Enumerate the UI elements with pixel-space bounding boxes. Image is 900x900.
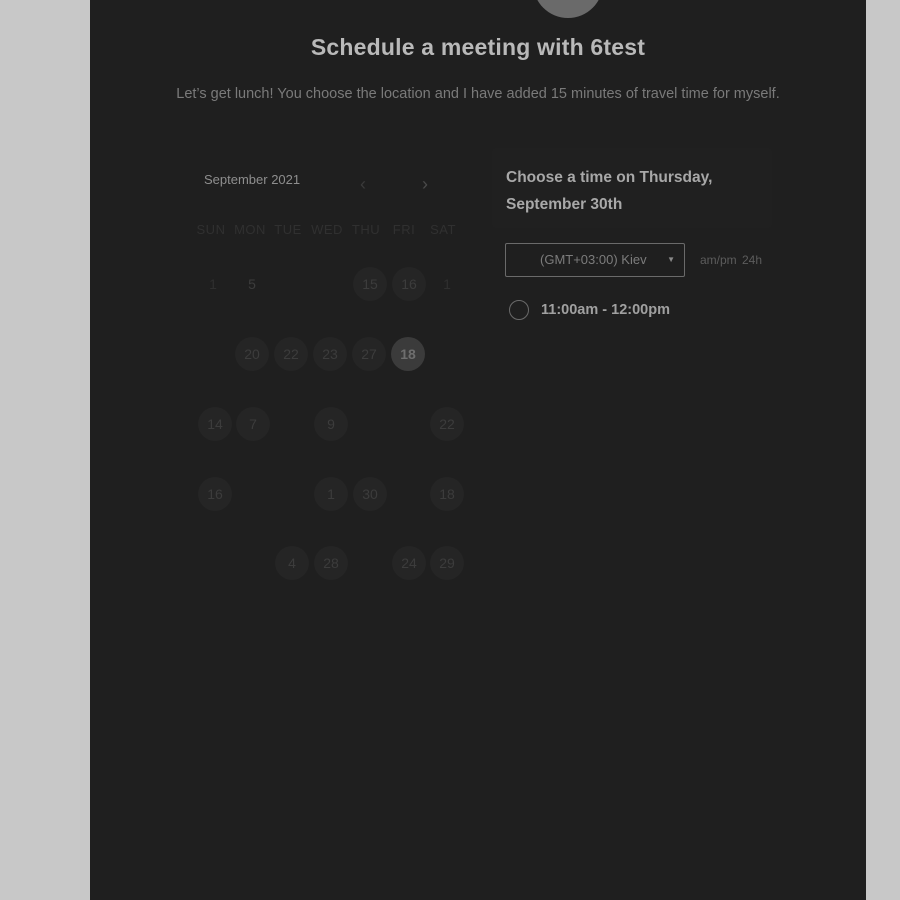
calendar-day[interactable]: 7 (236, 407, 270, 441)
calendar-day[interactable]: 22 (430, 407, 464, 441)
weekday-wed: WED (311, 222, 343, 237)
month-label: September 2021 (204, 172, 301, 187)
time-heading: Choose a time on Thursday, September 30t… (506, 169, 713, 213)
calendar-day: 1 (209, 276, 217, 292)
calendar-day[interactable]: 4 (275, 546, 309, 580)
calendar-day[interactable]: 29 (430, 546, 464, 580)
calendar-day[interactable]: 23 (313, 337, 347, 371)
chevron-right-icon[interactable]: › (415, 174, 435, 194)
chevron-left-icon[interactable]: ‹ (353, 174, 373, 194)
calendar-day[interactable]: 15 (353, 267, 387, 301)
weekday-thu: THU (351, 222, 381, 237)
page-subtitle: Let’s get lunch! You choose the location… (176, 86, 780, 102)
calendar-day[interactable]: 1 (314, 477, 348, 511)
calendar-day[interactable]: 14 (198, 407, 232, 441)
weekday-sun: SUN (196, 222, 226, 237)
scheduling-panel: Schedule a meeting with 6test Let’s get … (90, 0, 866, 900)
page-title: Schedule a meeting with 6test (310, 34, 646, 60)
calendar-day[interactable]: 20 (235, 337, 269, 371)
calendar-day[interactable]: 30 (353, 477, 387, 511)
weekday-mon: MON (234, 222, 266, 237)
calendar-day-selected[interactable]: 18 (391, 337, 425, 371)
time-slot-label: 11:00am - 12:00pm (541, 302, 670, 318)
calendar-day[interactable]: 24 (392, 546, 426, 580)
calendar-day[interactable]: 22 (274, 337, 308, 371)
weekday-header: SUN MON TUE WED THU FRI SAT (192, 222, 464, 240)
timezone-select[interactable]: (GMT+03:00) Kiev ▼ (505, 243, 685, 277)
weekday-tue: TUE (274, 222, 302, 237)
calendar-day[interactable]: 16 (392, 267, 426, 301)
weekday-fri: FRI (392, 222, 416, 237)
calendar-day[interactable]: 27 (352, 337, 386, 371)
radio-circle-icon[interactable] (509, 300, 529, 320)
avatar (533, 0, 603, 18)
format-ampm-toggle[interactable]: am/pm (700, 253, 737, 267)
calendar-day[interactable]: 9 (314, 407, 348, 441)
calendar-day[interactable]: 28 (314, 546, 348, 580)
time-heading-box: Choose a time on Thursday, September 30t… (492, 148, 772, 228)
calendar-day: 1 (443, 276, 451, 292)
calendar-day[interactable]: 18 (430, 477, 464, 511)
calendar-day: 5 (248, 276, 256, 292)
calendar-day[interactable]: 16 (198, 477, 232, 511)
format-24h-toggle[interactable]: 24h (742, 253, 762, 267)
caret-down-icon: ▼ (667, 255, 675, 264)
timezone-value: (GMT+03:00) Kiev (540, 252, 647, 267)
weekday-sat: SAT (430, 222, 456, 237)
